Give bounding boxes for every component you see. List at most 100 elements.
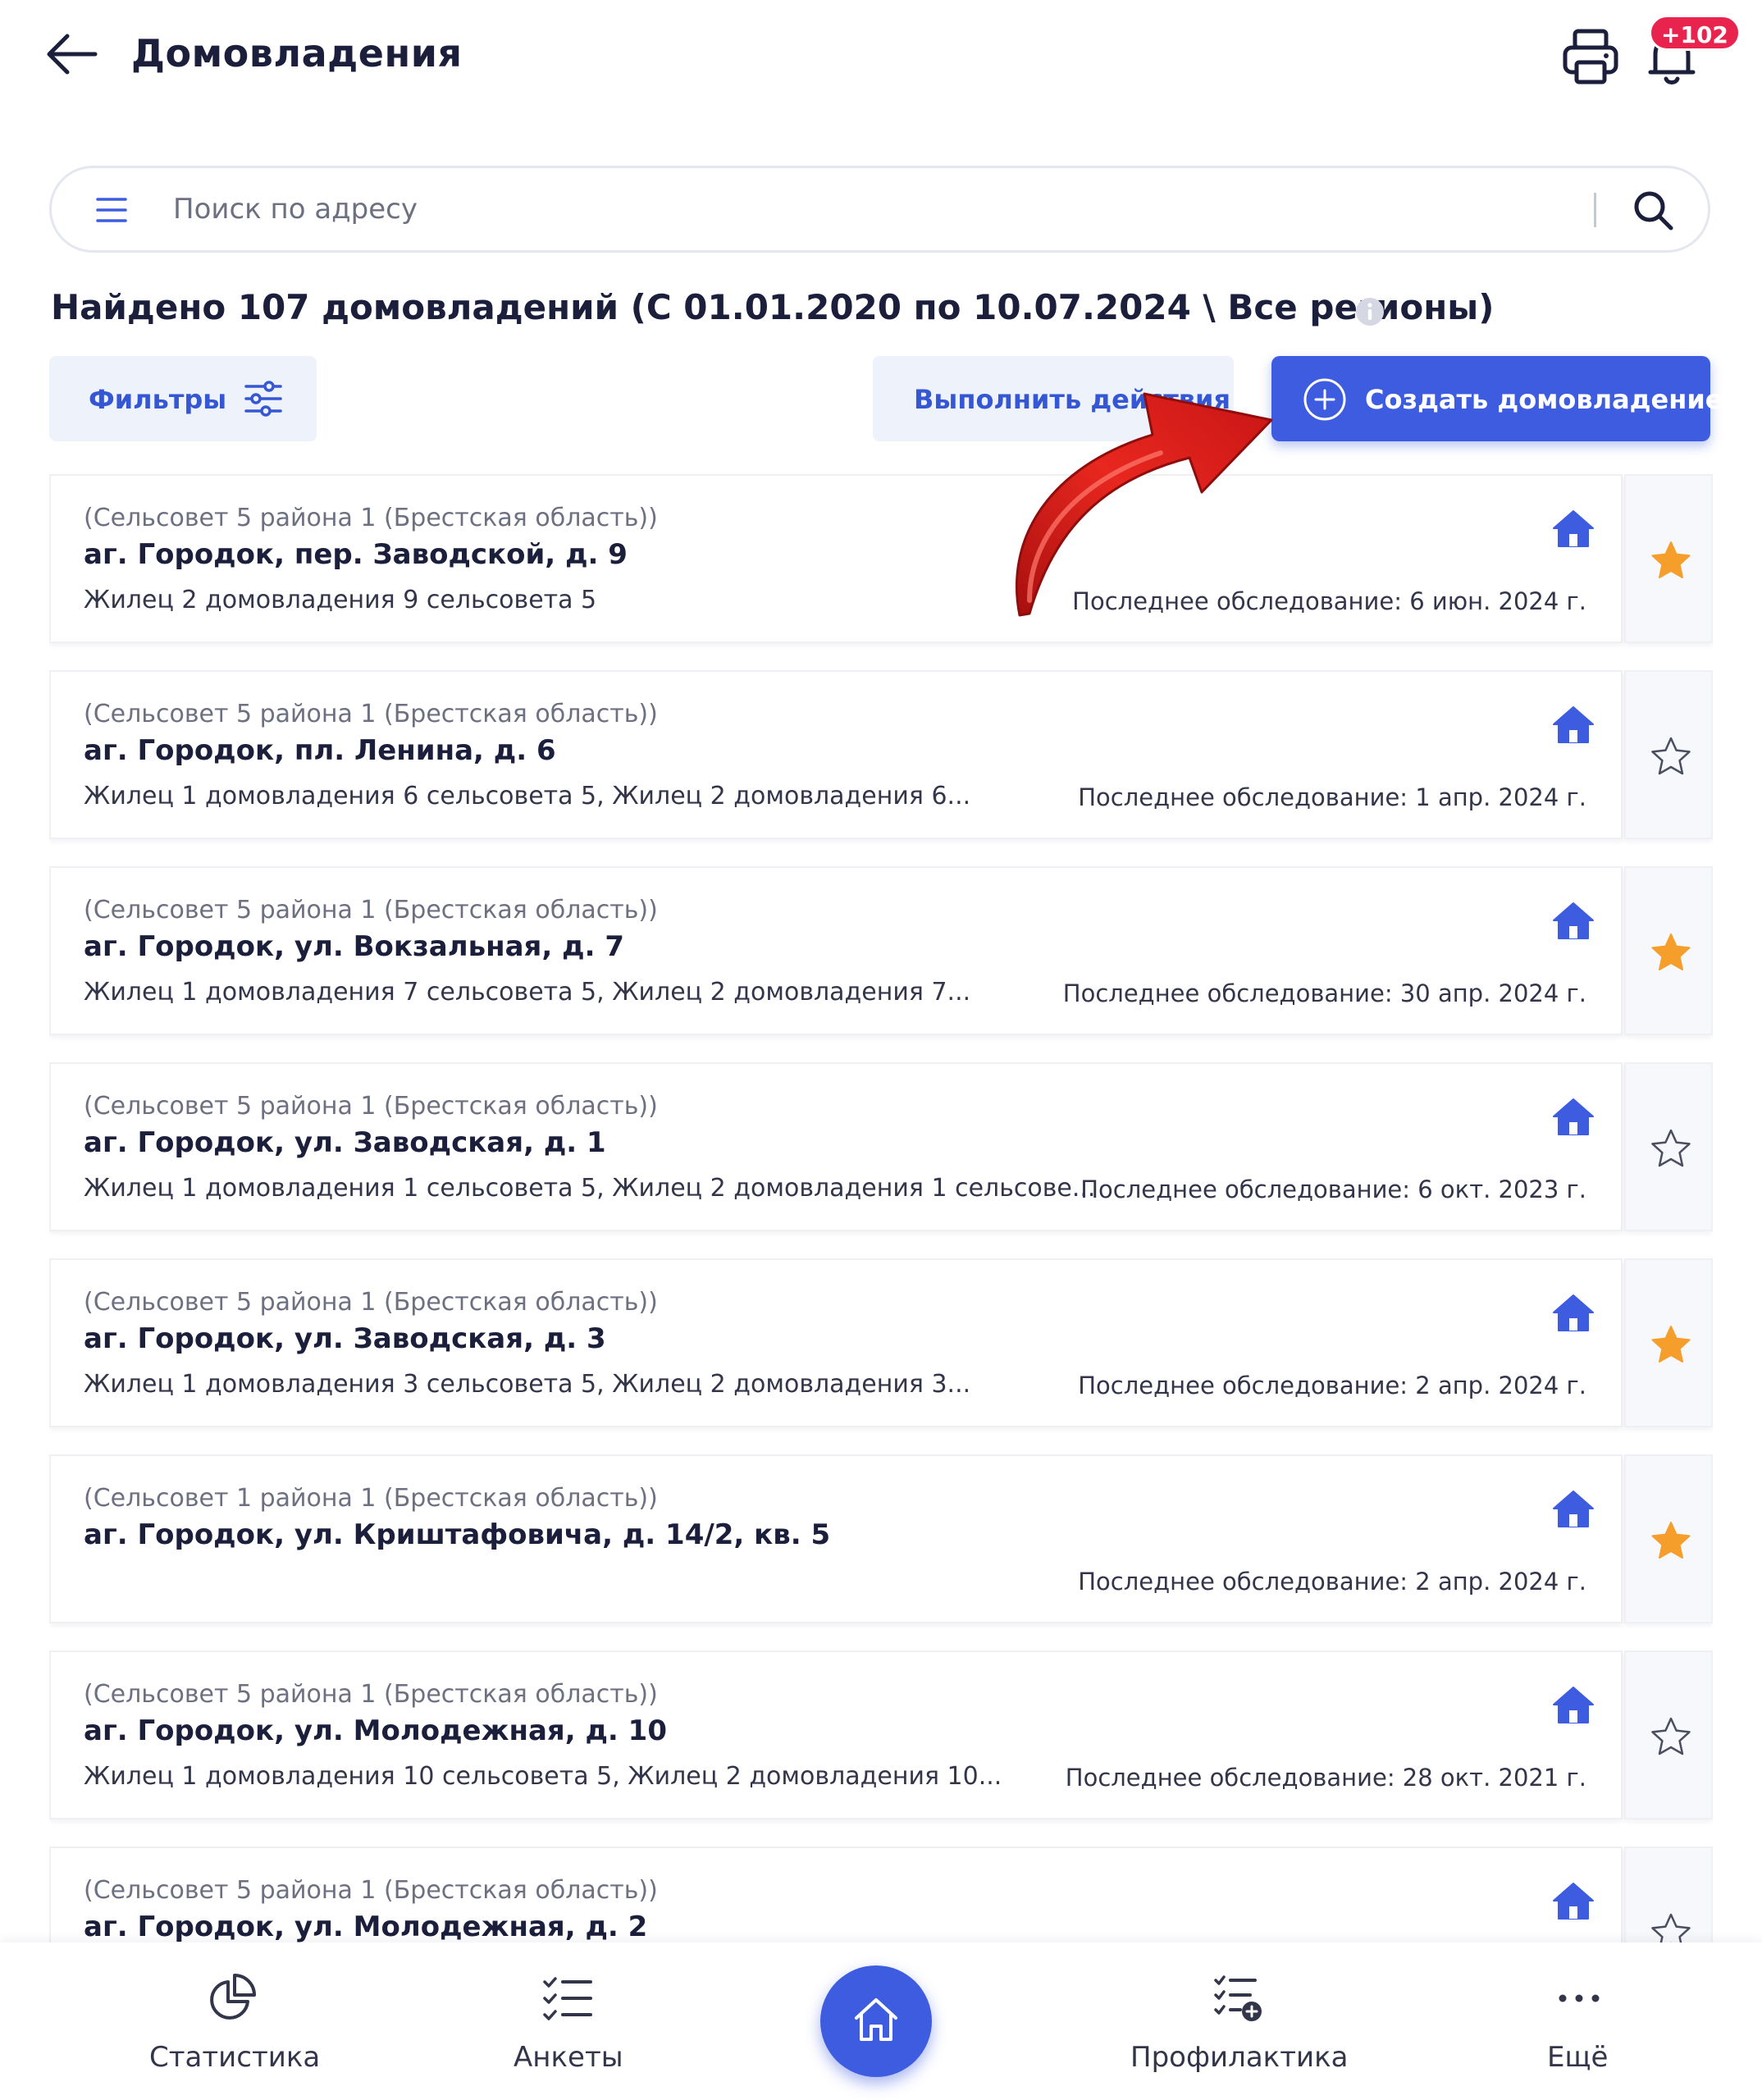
household-region: (Сельсовет 1 района 1 (Брестская область… [84, 1484, 658, 1513]
search-button[interactable] [1627, 185, 1681, 235]
household-card-body[interactable]: (Сельсовет 5 района 1 (Брестская область… [49, 1650, 1623, 1819]
favorite-toggle[interactable] [1624, 474, 1713, 643]
nav-statistics[interactable]: Статистика [139, 1942, 323, 2100]
search-bar [49, 166, 1710, 253]
household-list: (Сельсовет 5 района 1 (Брестская область… [49, 474, 1713, 1942]
nav-forms-label: Анкеты [514, 2041, 623, 2074]
household-region: (Сельсовет 5 района 1 (Брестская область… [84, 1288, 658, 1317]
filters-button[interactable]: Фильтры [49, 356, 317, 441]
household-address: аг. Городок, пер. Заводской, д. 9 [84, 538, 628, 571]
household-card[interactable]: (Сельсовет 1 района 1 (Брестская область… [49, 1454, 1713, 1623]
home-icon [1553, 1883, 1594, 1920]
arrow-left-icon [47, 34, 98, 75]
create-household-button[interactable]: Создать домовладение [1271, 356, 1723, 441]
home-icon [855, 1998, 897, 2041]
favorite-toggle[interactable] [1624, 1454, 1713, 1623]
household-address: аг. Городок, ул. Молодежная, д. 10 [84, 1714, 667, 1747]
nav-forms[interactable]: Анкеты [492, 1942, 643, 2100]
household-card-body[interactable]: (Сельсовет 5 района 1 (Брестская область… [49, 1847, 1623, 1942]
favorite-toggle[interactable] [1624, 1847, 1713, 1942]
household-card[interactable]: (Сельсовет 5 района 1 (Брестская область… [49, 1062, 1713, 1231]
search-input[interactable] [173, 185, 1568, 234]
sliders-icon [244, 381, 282, 417]
household-card-body[interactable]: (Сельсовет 5 района 1 (Брестская область… [49, 866, 1623, 1035]
household-address: аг. Городок, ул. Заводская, д. 1 [84, 1126, 606, 1159]
info-icon [1356, 298, 1384, 326]
back-button[interactable] [43, 28, 102, 80]
household-card-body[interactable]: (Сельсовет 5 района 1 (Брестская область… [49, 1062, 1623, 1231]
home-icon [1553, 1491, 1594, 1527]
home-icon [1553, 1294, 1594, 1331]
plus-circle-icon [1303, 378, 1346, 421]
last-survey-date: Последнее обследование: 1 апр. 2024 г. [1078, 783, 1586, 811]
star-filled-icon [1651, 1522, 1691, 1559]
home-icon [1553, 510, 1594, 547]
household-card-body[interactable]: (Сельсовет 1 района 1 (Брестская область… [49, 1454, 1623, 1623]
household-card[interactable]: (Сельсовет 5 района 1 (Брестская область… [49, 1650, 1713, 1819]
star-filled-icon [1651, 541, 1691, 578]
household-residents: Жилец 1 домовладения 3 сельсовета 5, Жил… [84, 1370, 971, 1399]
household-card[interactable]: (Сельсовет 5 района 1 (Брестская область… [49, 670, 1713, 839]
household-card-body[interactable]: (Сельсовет 5 района 1 (Брестская область… [49, 670, 1623, 839]
search-divider [1594, 193, 1596, 227]
household-region: (Сельсовет 5 района 1 (Брестская область… [84, 1876, 658, 1905]
household-card[interactable]: (Сельсовет 5 района 1 (Брестская область… [49, 1847, 1713, 1942]
household-residents: Жилец 1 домовладения 7 сельсовета 5, Жил… [84, 978, 971, 1007]
household-region: (Сельсовет 5 района 1 (Брестская область… [84, 504, 658, 532]
household-card[interactable]: (Сельсовет 5 района 1 (Брестская область… [49, 1258, 1713, 1427]
last-survey-date: Последнее обследование: 28 окт. 2021 г. [1065, 1764, 1586, 1792]
household-card[interactable]: (Сельсовет 5 района 1 (Брестская область… [49, 474, 1713, 643]
favorite-toggle[interactable] [1624, 866, 1713, 1035]
last-survey-date: Последнее обследование: 2 апр. 2024 г. [1078, 1372, 1586, 1399]
perform-action-button[interactable]: Выполнить действия [873, 356, 1234, 441]
nav-prevention-label: Профилактика [1130, 2041, 1349, 2074]
household-address: аг. Городок, ул. Вокзальная, д. 7 [84, 930, 624, 963]
favorite-toggle[interactable] [1624, 1258, 1713, 1427]
nav-more-label: Ещё [1547, 2041, 1609, 2074]
page-title: Домовладения [131, 31, 463, 75]
household-residents: Жилец 1 домовладения 10 сельсовета 5, Жи… [84, 1762, 1002, 1791]
household-address: аг. Городок, пл. Ленина, д. 6 [84, 734, 556, 767]
results-summary: Найдено 107 домовладений (С 01.01.2020 п… [51, 287, 1495, 327]
nav-prevention[interactable]: Профилактика [1124, 1942, 1353, 2100]
print-button[interactable] [1559, 25, 1623, 89]
household-card[interactable]: (Сельсовет 5 района 1 (Брестская область… [49, 866, 1713, 1035]
home-icon [1553, 1687, 1594, 1723]
household-card-body[interactable]: (Сельсовет 5 района 1 (Брестская область… [49, 474, 1623, 643]
info-button[interactable] [1355, 297, 1385, 326]
favorite-toggle[interactable] [1624, 1650, 1713, 1819]
star-outline-icon [1651, 1717, 1691, 1755]
notification-badge: +102 [1649, 15, 1741, 51]
nav-statistics-label: Статистика [149, 2041, 321, 2074]
home-icon [1553, 706, 1594, 743]
search-icon [1634, 191, 1673, 231]
more-dots-icon [1559, 1994, 1600, 2002]
app-header: Домовладения +102 [0, 0, 1762, 115]
household-card-body[interactable]: (Сельсовет 5 района 1 (Брестская область… [49, 1258, 1623, 1427]
last-survey-date: Последнее обследование: 30 апр. 2024 г. [1062, 979, 1586, 1007]
last-survey-date: Последнее обследование: 6 июн. 2024 г. [1072, 587, 1586, 615]
home-icon [1553, 902, 1594, 939]
star-filled-icon [1651, 1326, 1691, 1363]
star-filled-icon [1651, 934, 1691, 970]
household-residents: Жилец 1 домовладения 6 сельсовета 5, Жил… [84, 782, 971, 810]
favorite-toggle[interactable] [1624, 670, 1713, 839]
household-residents: Жилец 1 домовладения 1 сельсовета 5, Жил… [84, 1174, 1096, 1203]
household-region: (Сельсовет 5 района 1 (Брестская область… [84, 1680, 658, 1709]
star-outline-icon [1651, 1913, 1691, 1942]
filters-label: Фильтры [89, 384, 227, 415]
checklist-add-icon [1214, 1975, 1262, 2021]
household-region: (Сельсовет 5 района 1 (Брестская область… [84, 1092, 658, 1121]
printer-icon [1563, 29, 1618, 84]
household-address: аг. Городок, ул. Заводская, д. 3 [84, 1322, 606, 1355]
last-survey-date: Последнее обследование: 6 окт. 2023 г. [1080, 1176, 1586, 1203]
star-outline-icon [1651, 1129, 1691, 1167]
hamburger-menu-icon [96, 198, 127, 222]
household-residents: Жилец 2 домовладения 9 сельсовета 5 [84, 586, 597, 614]
menu-button[interactable] [93, 193, 130, 227]
last-survey-date: Последнее обследование: 2 апр. 2024 г. [1078, 1568, 1586, 1596]
home-button[interactable] [820, 1965, 932, 2077]
household-region: (Сельсовет 5 района 1 (Брестская область… [84, 896, 658, 924]
nav-more[interactable]: Ещё [1526, 1942, 1632, 2100]
favorite-toggle[interactable] [1624, 1062, 1713, 1231]
